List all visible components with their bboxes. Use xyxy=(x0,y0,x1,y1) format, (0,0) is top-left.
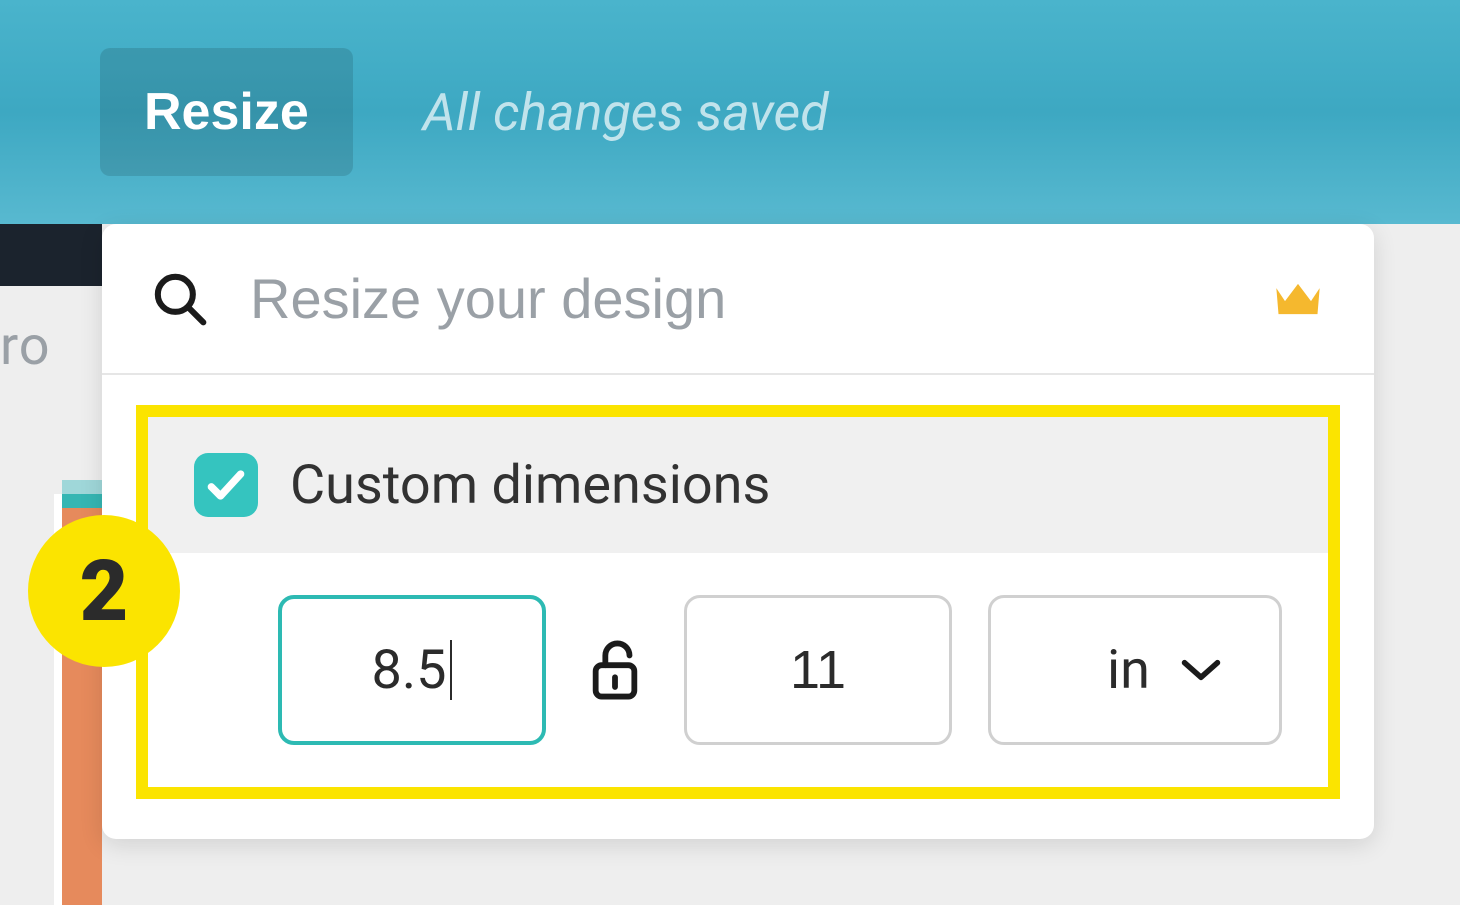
crown-icon xyxy=(1272,273,1324,325)
sidebar-fragment xyxy=(0,224,102,286)
resize-dropdown-panel: 2 Custom dimensions 8.5 xyxy=(102,224,1374,839)
custom-dimensions-row[interactable]: Custom dimensions xyxy=(148,417,1328,553)
step-badge: 2 xyxy=(28,515,180,667)
lock-aspect-button[interactable] xyxy=(582,636,648,704)
background-text-fragment: ro xyxy=(0,320,51,374)
resize-button[interactable]: Resize xyxy=(100,48,353,176)
lock-open-icon xyxy=(586,636,644,704)
search-icon xyxy=(152,271,208,327)
dimension-inputs-row: 8.5 in xyxy=(148,553,1328,787)
height-input[interactable] xyxy=(684,595,952,745)
unit-select[interactable]: in xyxy=(988,595,1282,745)
check-icon xyxy=(204,463,248,507)
app-header: Resize All changes saved xyxy=(0,0,1460,224)
chevron-down-icon xyxy=(1179,654,1223,686)
resize-search-row xyxy=(102,224,1374,375)
unit-value: in xyxy=(1107,639,1150,702)
text-caret xyxy=(450,640,452,700)
custom-dimensions-checkbox[interactable] xyxy=(194,453,258,517)
resize-search-input[interactable] xyxy=(250,266,1324,331)
custom-dimensions-highlight: 2 Custom dimensions 8.5 xyxy=(136,405,1340,799)
save-status: All changes saved xyxy=(423,82,829,143)
width-input[interactable]: 8.5 xyxy=(278,595,546,745)
custom-dimensions-label: Custom dimensions xyxy=(290,454,770,517)
width-value: 8.5 xyxy=(372,639,447,702)
